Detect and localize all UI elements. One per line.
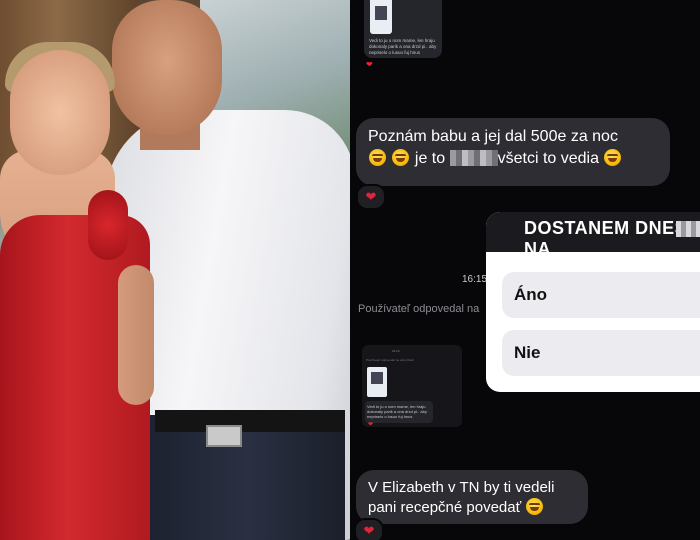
heart-icon: ❤ <box>366 60 373 69</box>
story-thumbnail <box>370 0 392 34</box>
mini-replied-label: Používateľ odpovedal na váš príbeh <box>366 358 414 362</box>
woman-arm <box>118 265 154 405</box>
story-reply-preview[interactable]: Vedi to ju o nom mame, len hraju dokonal… <box>364 0 442 58</box>
mini-message-text: Vedi to ju o nom mame, len hraju dokonal… <box>367 404 427 419</box>
message-text-a: je to <box>414 150 446 167</box>
heart-reaction-icon[interactable]: ❤ <box>356 184 386 210</box>
heart-icon: ❤ <box>368 422 374 428</box>
belt-buckle <box>206 425 242 447</box>
mini-time: 16:13 <box>392 349 400 353</box>
message-time: 16:15 <box>462 274 488 285</box>
replied-label: Používateľ odpovedal na <box>358 303 480 315</box>
message-bubble-2[interactable]: V Elizabeth v TN by ti vedeli pani recep… <box>356 470 588 524</box>
poll-title: DOSTANEM DNES NA <box>524 218 688 259</box>
story-reply-text: Vedi to ju o nom mame, len hraju dokonal… <box>369 38 437 55</box>
couple-photo <box>0 0 350 540</box>
man-head <box>112 0 222 135</box>
rofl-emoji-icon <box>604 149 622 166</box>
poll-option-yes[interactable]: Áno <box>502 272 700 318</box>
message-bubble[interactable]: Poznám babu a jej dal 500e za noc je to … <box>356 118 670 186</box>
man-pants <box>150 415 345 540</box>
message-line-1: Poznám babu a jej dal 500e za noc <box>368 128 618 145</box>
story-thumbnail <box>367 367 387 397</box>
rofl-emoji-icon <box>526 498 544 515</box>
rofl-emoji-icon <box>392 149 410 166</box>
poll-option-no[interactable]: Nie <box>502 330 700 376</box>
censored-word <box>676 221 700 237</box>
heart-reaction-icon[interactable]: ❤ <box>354 518 384 540</box>
rofl-emoji-icon <box>369 149 386 166</box>
woman-head <box>10 50 110 175</box>
story-reply-preview-2[interactable]: 16:13 Používateľ odpovedal na váš príbeh… <box>362 345 462 428</box>
message-line-2: je to všetci to vedia <box>368 148 658 170</box>
censored-name <box>449 150 498 166</box>
man-belt <box>155 410 345 432</box>
message-text-b: všetci to vedia <box>497 150 599 167</box>
dress-ruffle-strap <box>88 190 128 260</box>
